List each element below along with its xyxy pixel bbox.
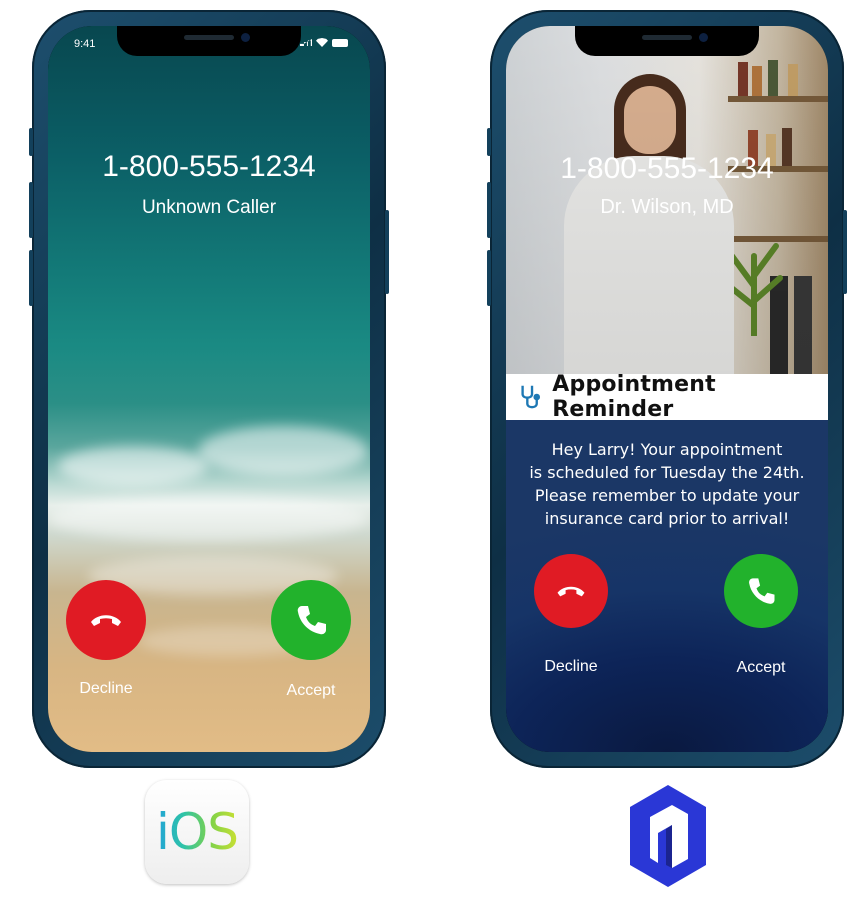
decline-label: Decline <box>79 680 133 697</box>
decline-button[interactable] <box>66 580 146 660</box>
power-button <box>385 210 389 294</box>
phone-icon <box>749 578 775 604</box>
decline-label: Decline <box>544 658 598 675</box>
appointment-reminder-banner: Appointment Reminder <box>506 372 828 422</box>
ios-logo: iOS <box>145 780 249 884</box>
hang-up-icon <box>91 615 121 626</box>
decline-button[interactable] <box>534 554 608 628</box>
banner-title: Appointment Reminder <box>552 372 716 422</box>
battery-icon <box>332 38 348 47</box>
caller-name: Unknown Caller <box>141 197 277 218</box>
message-line: is scheduled for Tuesday the 24th. <box>529 463 805 482</box>
accept-button[interactable] <box>271 580 351 660</box>
accept-button[interactable] <box>724 554 798 628</box>
stethoscope-icon <box>521 385 541 409</box>
caller-number: 1-800-555-1234 <box>102 150 316 183</box>
power-button <box>843 210 847 294</box>
phone-icon <box>297 606 326 635</box>
caller-name: Dr. Wilson, MD <box>600 196 734 218</box>
phone-notch <box>117 26 301 56</box>
branded-phone-frame: 1-800-555-1234 Dr. Wilson, MD Appointmen… <box>487 10 847 768</box>
volume-down-button <box>487 250 491 306</box>
mute-switch <box>29 128 33 156</box>
message-line: insurance card prior to arrival! <box>544 509 790 528</box>
accept-label: Accept <box>286 682 336 699</box>
ios-call-screen: 9:41 1-800-555-1234 Unknown Caller Decli… <box>48 26 370 752</box>
volume-down-button <box>29 250 33 306</box>
status-time: 9:41 <box>74 38 96 50</box>
mute-switch <box>487 128 491 156</box>
hang-up-icon <box>557 586 585 597</box>
signal-icon <box>300 39 312 46</box>
brand-hexagon-logo <box>630 785 706 887</box>
wifi-icon <box>316 38 328 47</box>
status-icons <box>300 38 348 47</box>
caller-number: 1-800-555-1234 <box>560 152 774 185</box>
message-line: Please remember to update your <box>534 486 800 505</box>
message-line: Hey Larry! Your appointment <box>551 440 783 459</box>
volume-up-button <box>29 182 33 238</box>
reminder-message: Hey Larry! Your appointment is scheduled… <box>506 438 828 530</box>
ios-logo-text: iOS <box>156 803 239 861</box>
volume-up-button <box>487 182 491 238</box>
ios-phone-frame: 9:41 1-800-555-1234 Unknown Caller Decli… <box>29 10 389 768</box>
accept-label: Accept <box>736 659 786 676</box>
phone-notch <box>575 26 759 56</box>
branded-call-screen: 1-800-555-1234 Dr. Wilson, MD Appointmen… <box>506 26 828 752</box>
